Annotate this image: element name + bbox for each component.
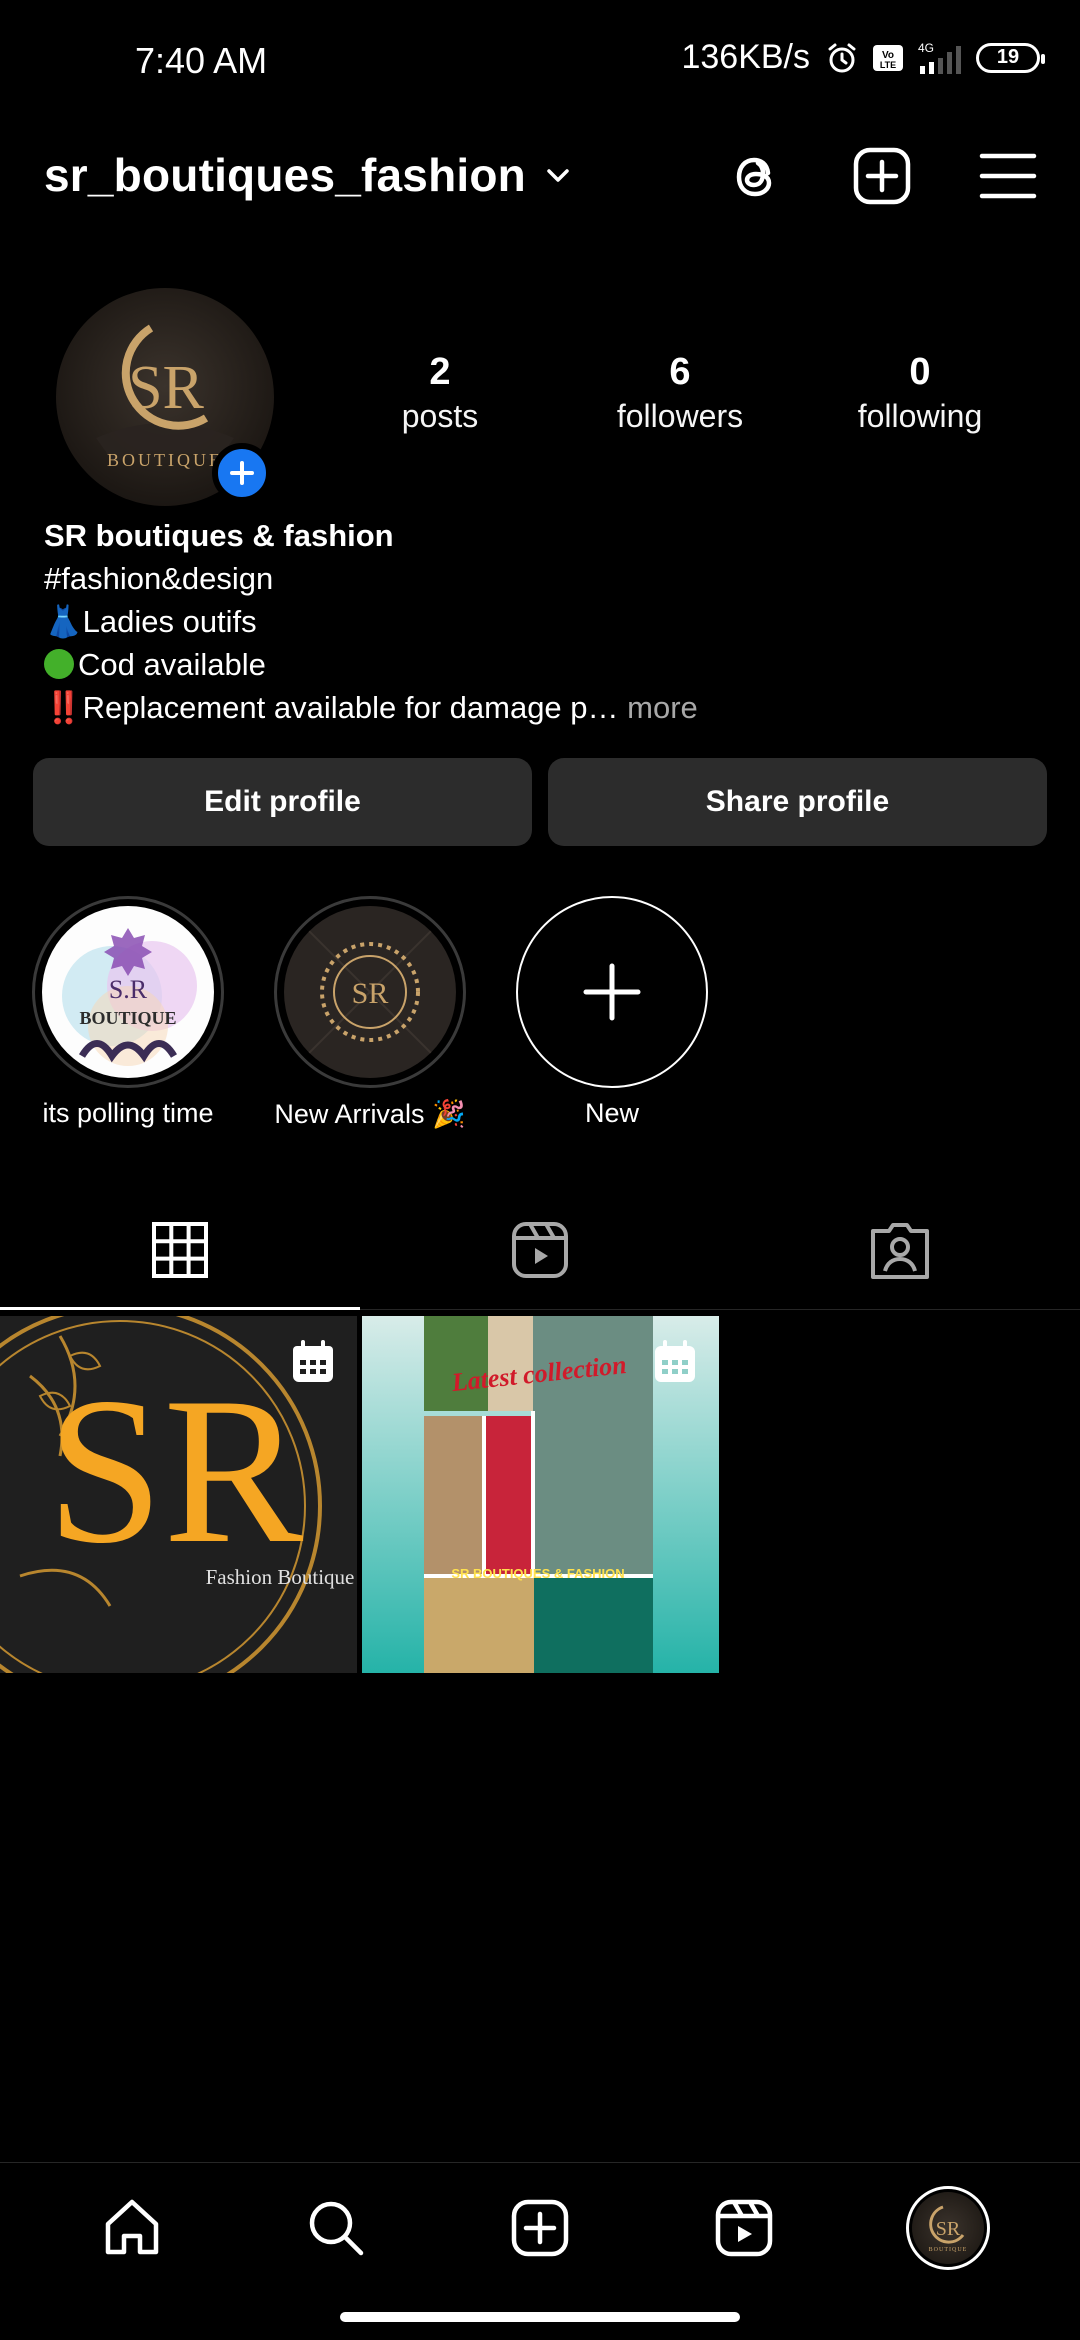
add-story-button[interactable] [212, 443, 272, 503]
nav-profile[interactable]: SR BOUTIQUE [893, 2173, 1003, 2283]
highlight-label: New [584, 1098, 639, 1128]
posts-label: posts [401, 397, 479, 434]
scheduled-calendar-icon [655, 1340, 695, 1382]
dress-emoji: 👗 [44, 604, 83, 639]
svg-text:BOUTIQUE: BOUTIQUE [929, 2247, 968, 2253]
tagged-icon [871, 1222, 929, 1279]
posts-grid: SR Fashion Boutique Latest collection SR… [0, 1316, 719, 1673]
green-circle-icon [44, 649, 74, 679]
create-icon [511, 2199, 569, 2256]
nav-reels[interactable] [689, 2173, 799, 2283]
bio-more-link[interactable]: more [627, 690, 698, 725]
display-name: SR boutiques & fashion [44, 518, 394, 553]
reels-icon [715, 2199, 773, 2256]
reels-icon [512, 1221, 568, 1278]
username: sr_boutiques_fashion [44, 149, 526, 201]
sr-logo-image: SR BOUTIQUE [929, 2205, 968, 2253]
following-label: following [857, 397, 983, 434]
battery-icon: 19 [976, 42, 1045, 73]
profile-avatar: SR BOUTIQUE [906, 2185, 990, 2270]
status-bar: 7:40 AM 136KB/s Vo LTE 4G 19 [0, 0, 1080, 120]
profile-tabs [0, 1190, 1080, 1310]
header-actions [724, 144, 1040, 208]
profile-header: sr_boutiques_fashion [0, 130, 1080, 230]
highlight-new-arrivals[interactable]: SR New Arrivals 🎉 [272, 896, 468, 1130]
highlight-cover-image: S.R BOUTIQUE [42, 906, 214, 1078]
signal-icon: 4G [918, 41, 961, 74]
stat-followers[interactable]: 6 followers [560, 350, 800, 437]
network-speed: 136KB/s [681, 38, 810, 76]
bottom-navigation: SR BOUTIQUE [0, 2162, 1080, 2292]
svg-text:LTE: LTE [880, 60, 896, 70]
post-thumbnail[interactable]: SR Fashion Boutique [0, 1316, 357, 1673]
account-switcher[interactable]: sr_boutiques_fashion [44, 148, 574, 202]
followers-count: 6 [669, 351, 691, 393]
tab-posts[interactable] [0, 1190, 360, 1310]
chevron-down-icon [547, 169, 569, 182]
svg-text:BOUTIQUE: BOUTIQUE [79, 1008, 176, 1028]
stat-posts[interactable]: 2 posts [320, 350, 560, 437]
bio-line-ladies: 👗Ladies outifs [44, 604, 257, 639]
nav-home[interactable] [77, 2173, 187, 2283]
home-indicator[interactable] [340, 2312, 740, 2322]
highlight-new[interactable]: New [514, 896, 710, 1130]
plus-icon [230, 461, 254, 485]
bio-line-cod: Cod available [44, 643, 1044, 686]
svg-text:SR: SR [352, 977, 389, 1010]
network-type: 4G [918, 41, 934, 55]
home-icon [105, 2199, 159, 2254]
svg-text:Fashion Boutique: Fashion Boutique [206, 1565, 355, 1589]
battery-level: 19 [996, 46, 1020, 68]
highlight-label: New Arrivals 🎉 [274, 1099, 466, 1129]
svg-text:SR: SR [47, 1355, 304, 1587]
highlight-label: its polling time [42, 1098, 214, 1128]
highlight-polling[interactable]: S.R BOUTIQUE its polling time [30, 896, 226, 1130]
nav-search[interactable] [281, 2173, 391, 2283]
new-highlight-button[interactable] [516, 896, 708, 1088]
status-time: 7:40 AM [135, 40, 268, 81]
tab-tagged[interactable] [720, 1190, 1080, 1309]
bio-hashtag[interactable]: #fashion&design [44, 557, 1044, 600]
avatar-logo-subtext: BOUTIQUE [107, 450, 223, 470]
highlight-cover-image: SR [284, 906, 456, 1078]
profile-bio: SR boutiques & fashion #fashion&design 👗… [44, 514, 1044, 729]
following-count: 0 [909, 351, 931, 393]
threads-icon[interactable] [724, 144, 788, 208]
avatar-logo-text: SR [128, 354, 204, 422]
scheduled-calendar-icon [293, 1340, 333, 1382]
create-post-icon[interactable] [850, 144, 914, 208]
svg-text:S.R: S.R [109, 975, 148, 1004]
volte-icon: Vo LTE [873, 44, 903, 71]
posts-count: 2 [429, 351, 451, 393]
search-icon [309, 2201, 364, 2255]
nav-create[interactable] [485, 2173, 595, 2283]
svg-text:SR: SR [936, 2218, 961, 2240]
post-thumbnail[interactable]: Latest collection SR BOUTIQUES & FASHION [362, 1316, 719, 1673]
grid-icon [152, 1221, 208, 1278]
followers-label: followers [616, 397, 744, 434]
story-highlights: S.R BOUTIQUE its polling time SR New Arr… [30, 896, 710, 1130]
bio-line-replacement: ‼️Replacement available for damage p… mo… [44, 690, 698, 725]
profile-actions: Edit profile Share profile [33, 758, 1047, 846]
stat-following[interactable]: 0 following [800, 350, 1040, 437]
share-profile-button[interactable]: Share profile [548, 758, 1047, 846]
status-icons: 136KB/s Vo LTE 4G 19 [681, 38, 1045, 77]
edit-profile-button[interactable]: Edit profile [33, 758, 532, 846]
svg-text:SR BOUTIQUES & FASHION: SR BOUTIQUES & FASHION [451, 1566, 624, 1581]
menu-icon[interactable] [976, 144, 1040, 208]
plus-icon [583, 963, 641, 1021]
alert-emoji: ‼️ [44, 690, 83, 725]
profile-stats: 2 posts 6 followers 0 following [320, 350, 1040, 437]
alarm-icon [828, 43, 856, 72]
tab-reels[interactable] [360, 1190, 720, 1309]
